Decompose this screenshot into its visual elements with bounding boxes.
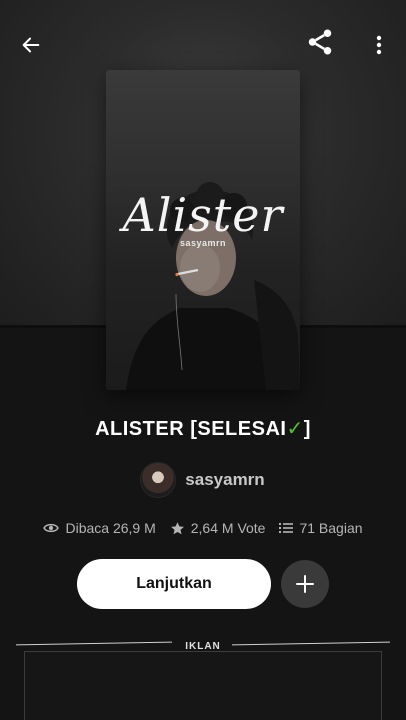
ad-slot[interactable] xyxy=(24,651,382,720)
parts-stat: 71 Bagian xyxy=(279,520,363,536)
more-options-button[interactable] xyxy=(364,28,394,62)
parts-count: 71 Bagian xyxy=(299,520,363,536)
eye-icon xyxy=(43,523,60,533)
list-icon xyxy=(279,523,294,533)
cover-title: Alister xyxy=(122,188,284,242)
story-stats: Dibaca 26,9 M 2,64 M Vote 71 Bagian xyxy=(0,518,406,538)
votes-count: 2,64 M Vote xyxy=(190,520,266,536)
add-to-library-button[interactable] xyxy=(281,560,329,608)
star-icon xyxy=(170,521,184,534)
cover-author: sasyamrn xyxy=(179,238,227,248)
check-icon: ✓ xyxy=(286,418,304,440)
book-title: ALISTER [SELESAI✓] xyxy=(0,416,406,441)
book-title-text: ALISTER [SELESAI xyxy=(95,418,287,440)
book-cover[interactable]: Alister sasyamrn xyxy=(106,70,300,390)
reads-count: Dibaca 26,9 M xyxy=(65,520,156,536)
more-vertical-icon xyxy=(376,35,382,55)
arrow-left-icon xyxy=(22,37,40,53)
reads-stat: Dibaca 26,9 M xyxy=(43,520,156,536)
author-name[interactable]: sasyamrn xyxy=(185,470,264,490)
continue-reading-button[interactable]: Lanjutkan xyxy=(77,559,271,609)
author-profile[interactable]: sasyamrn xyxy=(0,462,406,498)
votes-stat: 2,64 M Vote xyxy=(170,520,266,536)
book-title-end: ] xyxy=(303,418,311,440)
avatar[interactable] xyxy=(141,463,176,497)
share-icon xyxy=(308,29,332,55)
back-button[interactable] xyxy=(14,28,48,62)
plus-icon xyxy=(296,575,314,593)
share-button[interactable] xyxy=(300,22,340,62)
